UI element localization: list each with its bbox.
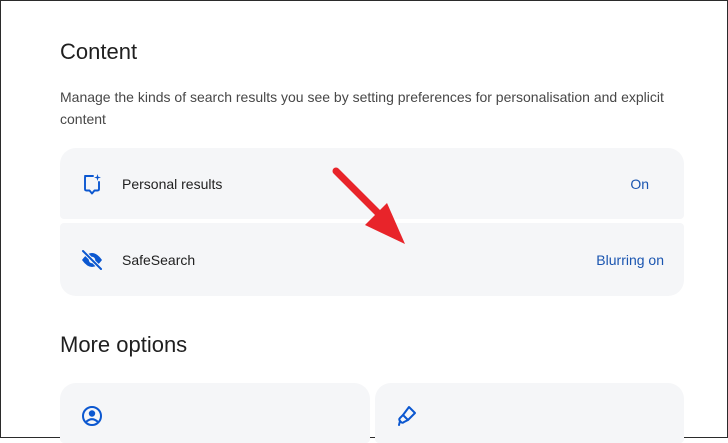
personal-results-value: On — [630, 176, 649, 192]
safesearch-label: SafeSearch — [122, 252, 196, 268]
more-options-card-clean[interactable] — [375, 383, 684, 443]
page-frame: Content Manage the kinds of search resul… — [0, 0, 728, 443]
clean-brush-icon — [398, 406, 416, 426]
more-options-card-account[interactable] — [60, 383, 370, 443]
content-section-title: Content — [60, 39, 138, 64]
personal-results-icon — [84, 174, 101, 195]
safesearch-value: Blurring on — [596, 252, 664, 268]
personal-results-label: Personal results — [122, 176, 223, 192]
more-options-title: More options — [60, 332, 188, 357]
content-description: Manage the kinds of search results you s… — [60, 89, 664, 127]
red-arrow-annotation — [332, 167, 405, 244]
account-circle-icon — [82, 406, 102, 426]
eye-off-icon — [81, 249, 103, 271]
